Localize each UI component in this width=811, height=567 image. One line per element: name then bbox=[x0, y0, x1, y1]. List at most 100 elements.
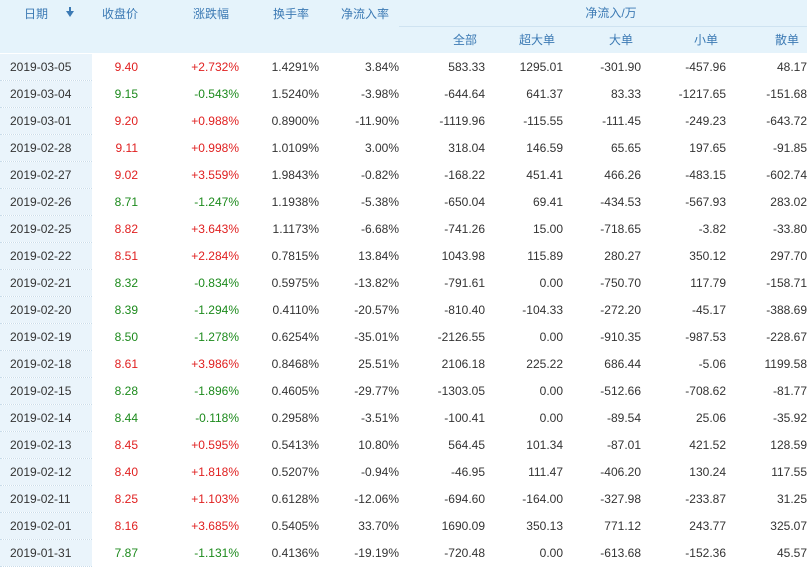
row-net-inflow-rate: -13.82% bbox=[319, 269, 399, 297]
sort-down-arrow-icon[interactable] bbox=[66, 6, 75, 17]
row-retail: 1199.58 bbox=[726, 350, 807, 378]
row-turnover: 0.5413% bbox=[239, 431, 319, 459]
row-small: 130.24 bbox=[641, 458, 726, 486]
row-retail: 283.02 bbox=[726, 188, 807, 216]
large-column-header[interactable]: 大单 bbox=[563, 26, 641, 54]
net-inflow-rate-column-header[interactable]: 净流入率 bbox=[319, 0, 399, 54]
row-change: -0.834% bbox=[148, 269, 239, 297]
table-row: 2019-02-11 8.25 +1.103% 0.6128% -12.06% -694.… bbox=[0, 485, 807, 513]
row-date: 2019-02-22 bbox=[0, 242, 92, 270]
table-row: 2019-03-01 9.20 +0.988% 0.8900% -11.90% -1119… bbox=[0, 107, 807, 135]
row-turnover: 0.8468% bbox=[239, 350, 319, 378]
table-body: 2019-03-05 9.40 +2.732% 1.4291% 3.84% 583.33 1… bbox=[0, 53, 807, 567]
row-turnover: 0.4136% bbox=[239, 539, 319, 567]
row-retail: 128.59 bbox=[726, 431, 807, 459]
row-date: 2019-02-13 bbox=[0, 431, 92, 459]
row-close: 8.16 bbox=[92, 512, 148, 540]
row-turnover: 0.6254% bbox=[239, 323, 319, 351]
retail-column-header[interactable]: 散单 bbox=[726, 26, 807, 54]
row-net-inflow-rate: -19.19% bbox=[319, 539, 399, 567]
row-super-large: 15.00 bbox=[485, 215, 563, 243]
row-turnover: 1.5240% bbox=[239, 80, 319, 108]
row-close: 9.20 bbox=[92, 107, 148, 135]
row-small: -708.62 bbox=[641, 377, 726, 405]
row-change: -1.131% bbox=[148, 539, 239, 567]
table-row: 2019-02-25 8.82 +3.643% 1.1173% -6.68% -741.2… bbox=[0, 215, 807, 243]
row-total: -46.95 bbox=[399, 458, 485, 486]
row-date: 2019-02-15 bbox=[0, 377, 92, 405]
row-large: 466.26 bbox=[563, 161, 641, 189]
net-inflow-group-header: 净流入/万 bbox=[399, 0, 807, 27]
date-column-header[interactable]: 日期 bbox=[0, 0, 92, 54]
row-super-large: 641.37 bbox=[485, 80, 563, 108]
row-change: +1.103% bbox=[148, 485, 239, 513]
row-total: -810.40 bbox=[399, 296, 485, 324]
super-large-column-header[interactable]: 超大单 bbox=[485, 26, 563, 54]
row-large: -301.90 bbox=[563, 53, 641, 81]
row-total: 318.04 bbox=[399, 134, 485, 162]
table-row: 2019-03-05 9.40 +2.732% 1.4291% 3.84% 583.33 1… bbox=[0, 53, 807, 81]
close-header-label: 收盘价 bbox=[101, 7, 138, 21]
table-row: 2019-02-26 8.71 -1.247% 1.1938% -5.38% -650.0… bbox=[0, 188, 807, 216]
row-turnover: 0.8900% bbox=[239, 107, 319, 135]
change-column-header[interactable]: 涨跌幅 bbox=[148, 0, 239, 54]
row-total: -168.22 bbox=[399, 161, 485, 189]
row-change: -1.247% bbox=[148, 188, 239, 216]
table-row: 2019-02-27 9.02 +3.559% 1.9843% -0.82% -168.2… bbox=[0, 161, 807, 189]
row-date: 2019-02-12 bbox=[0, 458, 92, 486]
retail-header-label: 散单 bbox=[774, 33, 799, 47]
table-row: 2019-03-04 9.15 -0.543% 1.5240% -3.98% -644.6… bbox=[0, 80, 807, 108]
row-turnover: 0.6128% bbox=[239, 485, 319, 513]
row-small: -987.53 bbox=[641, 323, 726, 351]
row-small: -457.96 bbox=[641, 53, 726, 81]
row-change: +2.284% bbox=[148, 242, 239, 270]
row-date: 2019-02-14 bbox=[0, 404, 92, 432]
row-close: 9.15 bbox=[92, 80, 148, 108]
small-column-header[interactable]: 小单 bbox=[641, 26, 726, 54]
row-large: 686.44 bbox=[563, 350, 641, 378]
row-net-inflow-rate: -29.77% bbox=[319, 377, 399, 405]
super-large-header-label: 超大单 bbox=[518, 33, 555, 47]
row-close: 8.28 bbox=[92, 377, 148, 405]
row-retail: -81.77 bbox=[726, 377, 807, 405]
row-small: 243.77 bbox=[641, 512, 726, 540]
row-super-large: 0.00 bbox=[485, 269, 563, 297]
row-close: 8.45 bbox=[92, 431, 148, 459]
row-total: -644.64 bbox=[399, 80, 485, 108]
row-total: -720.48 bbox=[399, 539, 485, 567]
row-close: 8.44 bbox=[92, 404, 148, 432]
row-turnover: 1.1938% bbox=[239, 188, 319, 216]
row-close: 8.61 bbox=[92, 350, 148, 378]
row-total: 1043.98 bbox=[399, 242, 485, 270]
row-change: -1.294% bbox=[148, 296, 239, 324]
row-total: -100.41 bbox=[399, 404, 485, 432]
row-large: -327.98 bbox=[563, 485, 641, 513]
row-super-large: 101.34 bbox=[485, 431, 563, 459]
row-date: 2019-02-20 bbox=[0, 296, 92, 324]
table-row: 2019-01-31 7.87 -1.131% 0.4136% -19.19% -720.… bbox=[0, 539, 807, 567]
row-net-inflow-rate: -20.57% bbox=[319, 296, 399, 324]
row-large: 65.65 bbox=[563, 134, 641, 162]
row-net-inflow-rate: -3.98% bbox=[319, 80, 399, 108]
row-total: -694.60 bbox=[399, 485, 485, 513]
row-date: 2019-03-04 bbox=[0, 80, 92, 108]
row-date: 2019-02-28 bbox=[0, 134, 92, 162]
row-net-inflow-rate: -11.90% bbox=[319, 107, 399, 135]
row-total: -2126.55 bbox=[399, 323, 485, 351]
row-change: +3.643% bbox=[148, 215, 239, 243]
total-column-header[interactable]: 全部 bbox=[399, 26, 485, 54]
table-row: 2019-02-01 8.16 +3.685% 0.5405% 33.70% 1690.0… bbox=[0, 512, 807, 540]
row-date: 2019-02-11 bbox=[0, 485, 92, 513]
row-date: 2019-02-18 bbox=[0, 350, 92, 378]
turnover-column-header[interactable]: 换手率 bbox=[239, 0, 319, 54]
row-turnover: 0.5207% bbox=[239, 458, 319, 486]
row-small: 421.52 bbox=[641, 431, 726, 459]
row-small: -3.82 bbox=[641, 215, 726, 243]
row-net-inflow-rate: -0.94% bbox=[319, 458, 399, 486]
row-retail: 45.57 bbox=[726, 539, 807, 567]
row-total: -1303.05 bbox=[399, 377, 485, 405]
row-turnover: 1.1173% bbox=[239, 215, 319, 243]
row-retail: 31.25 bbox=[726, 485, 807, 513]
close-column-header[interactable]: 收盘价 bbox=[92, 0, 148, 54]
row-date: 2019-03-05 bbox=[0, 53, 92, 81]
